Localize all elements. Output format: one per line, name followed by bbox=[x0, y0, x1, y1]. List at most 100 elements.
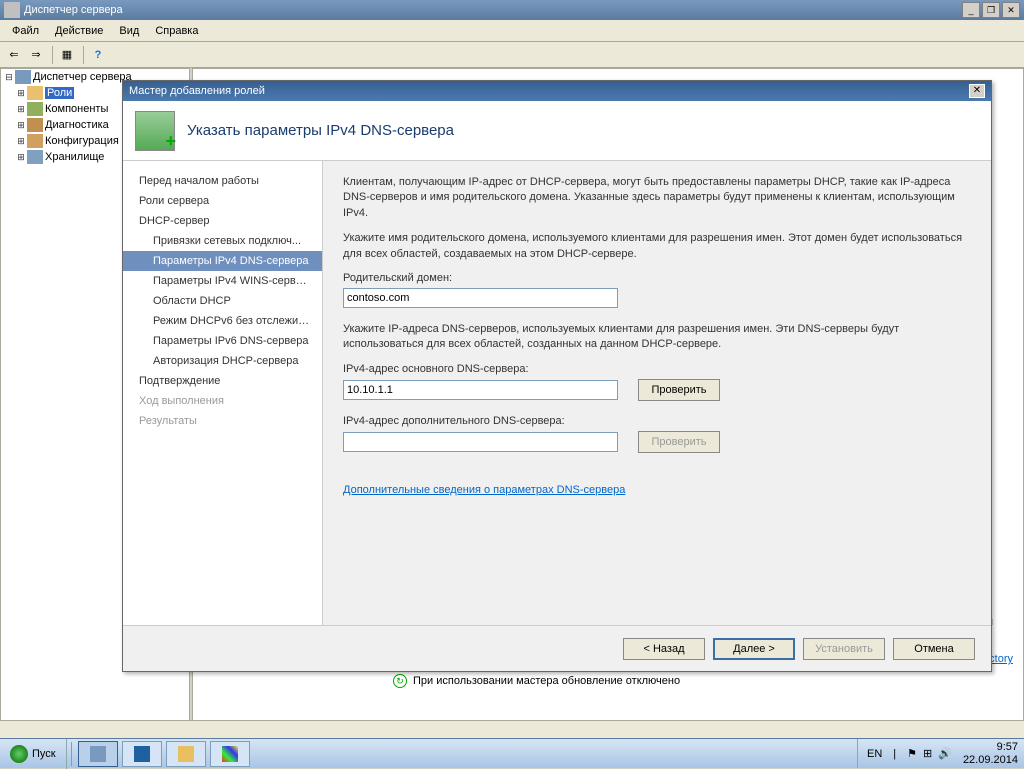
wizard-dialog: Мастер добавления ролей ✕ Указать параме… bbox=[122, 80, 992, 672]
separator bbox=[83, 46, 84, 64]
refresh-label: При использовании мастера обновление отк… bbox=[413, 675, 680, 687]
menu-view[interactable]: Вид bbox=[111, 23, 147, 39]
window-title: Диспетчер сервера bbox=[24, 4, 123, 16]
window-controls: _ ❐ ✕ bbox=[960, 2, 1020, 18]
explorer-icon bbox=[178, 746, 194, 762]
nav-dhcp-server[interactable]: DHCP-сервер bbox=[123, 211, 322, 231]
nav-confirmation[interactable]: Подтверждение bbox=[123, 371, 322, 391]
tray-flag-icon[interactable]: ⚑ bbox=[907, 747, 917, 760]
clock[interactable]: 9:57 22.09.2014 bbox=[963, 741, 1018, 765]
nav-ipv4-wins[interactable]: Параметры IPv4 WINS-сервера bbox=[123, 271, 322, 291]
expand-icon[interactable]: ⊞ bbox=[15, 136, 27, 147]
secondary-dns-label: IPv4-адрес дополнительного DNS-сервера: bbox=[343, 415, 971, 427]
close-button[interactable]: ✕ bbox=[1002, 2, 1020, 18]
expand-icon[interactable]: ⊞ bbox=[15, 152, 27, 163]
statusbar bbox=[0, 720, 1024, 738]
storage-icon bbox=[27, 150, 43, 164]
wizard-header: Указать параметры IPv4 DNS-сервера bbox=[123, 101, 991, 161]
properties-button[interactable]: ▦ bbox=[57, 45, 77, 65]
nav-server-roles[interactable]: Роли сервера bbox=[123, 191, 322, 211]
secondary-dns-input[interactable] bbox=[343, 432, 618, 452]
nav-progress: Ход выполнения bbox=[123, 391, 322, 411]
wizard-titlebar[interactable]: Мастер добавления ролей ✕ bbox=[123, 81, 991, 101]
minimize-button[interactable]: _ bbox=[962, 2, 980, 18]
tree-label: Хранилище bbox=[45, 151, 104, 163]
more-info-link[interactable]: Дополнительные сведения о параметрах DNS… bbox=[343, 484, 625, 496]
domain-input[interactable] bbox=[343, 288, 618, 308]
menu-help[interactable]: Справка bbox=[147, 23, 206, 39]
wizard-title-text: Мастер добавления ролей bbox=[129, 85, 265, 97]
tree-label: Роли bbox=[45, 87, 74, 99]
menu-file[interactable]: Файл bbox=[4, 23, 47, 39]
nav-results: Результаты bbox=[123, 411, 322, 431]
verify-primary-button[interactable]: Проверить bbox=[638, 379, 720, 401]
primary-dns-label: IPv4-адрес основного DNS-сервера: bbox=[343, 363, 971, 375]
expand-icon[interactable]: ⊞ bbox=[15, 88, 27, 99]
refresh-row: ↻ При использовании мастера обновление о… bbox=[393, 670, 1013, 692]
nav-ipv4-dns[interactable]: Параметры IPv4 DNS-сервера bbox=[123, 251, 322, 271]
separator bbox=[52, 46, 53, 64]
server-icon bbox=[15, 70, 31, 84]
task-other[interactable] bbox=[210, 741, 250, 767]
nav-dhcp-scopes[interactable]: Области DHCP bbox=[123, 291, 322, 311]
tray-network-icon[interactable]: ⊞ bbox=[923, 747, 932, 760]
wizard-close-button[interactable]: ✕ bbox=[969, 84, 985, 98]
tray-separator: | bbox=[893, 748, 896, 760]
domain-instruction: Укажите имя родительского домена, исполь… bbox=[343, 231, 971, 262]
clock-time: 9:57 bbox=[963, 741, 1018, 753]
roles-icon bbox=[27, 86, 43, 100]
wizard-nav: Перед началом работы Роли сервера DHCP-с… bbox=[123, 161, 323, 625]
next-button[interactable]: Далее > bbox=[713, 638, 795, 660]
verify-secondary-button: Проверить bbox=[638, 431, 720, 453]
start-button[interactable]: Пуск bbox=[0, 739, 67, 769]
task-explorer[interactable] bbox=[166, 741, 206, 767]
wizard-content: Клиентам, получающим IP-адрес от DHCP-се… bbox=[323, 161, 991, 625]
help-button[interactable]: ? bbox=[88, 45, 108, 65]
cancel-button[interactable]: Отмена bbox=[893, 638, 975, 660]
tree-label: Диагностика bbox=[45, 119, 109, 131]
diagnostics-icon bbox=[27, 118, 43, 132]
config-icon bbox=[27, 134, 43, 148]
domain-label: Родительский домен: bbox=[343, 272, 971, 284]
powershell-icon bbox=[134, 746, 150, 762]
server-manager-icon bbox=[90, 746, 106, 762]
install-button: Установить bbox=[803, 638, 885, 660]
wizard-buttons: < Назад Далее > Установить Отмена bbox=[123, 625, 991, 671]
taskbar: Пуск EN | ⚑ ⊞ 🔊 9:57 22.09.2014 bbox=[0, 738, 1024, 768]
expand-icon[interactable]: ⊞ bbox=[15, 120, 27, 131]
back-button[interactable]: < Назад bbox=[623, 638, 705, 660]
nav-before-begin[interactable]: Перед началом работы bbox=[123, 171, 322, 191]
tree-label: Конфигурация bbox=[45, 135, 119, 147]
tree-label: Компоненты bbox=[45, 103, 108, 115]
toolbar: ⇐ ⇒ ▦ ? bbox=[0, 42, 1024, 68]
tree-root-label: Диспетчер сервера bbox=[33, 71, 132, 83]
start-orb-icon bbox=[10, 745, 28, 763]
primary-dns-input[interactable] bbox=[343, 380, 618, 400]
task-server-manager[interactable] bbox=[78, 741, 118, 767]
wizard-body: Перед началом работы Роли сервера DHCP-с… bbox=[123, 161, 991, 625]
separator bbox=[71, 742, 72, 766]
intro-text: Клиентам, получающим IP-адрес от DHCP-се… bbox=[343, 175, 971, 221]
nav-dhcp-auth[interactable]: Авторизация DHCP-сервера bbox=[123, 351, 322, 371]
refresh-icon: ↻ bbox=[393, 674, 407, 688]
forward-button[interactable]: ⇒ bbox=[26, 45, 46, 65]
start-label: Пуск bbox=[32, 748, 56, 760]
task-powershell[interactable] bbox=[122, 741, 162, 767]
nav-dhcpv6[interactable]: Режим DHCPv6 без отслежив... bbox=[123, 311, 322, 331]
menubar: Файл Действие Вид Справка bbox=[0, 20, 1024, 42]
app-icon bbox=[4, 2, 20, 18]
clock-date: 22.09.2014 bbox=[963, 754, 1018, 766]
tray-sound-icon[interactable]: 🔊 bbox=[938, 747, 952, 760]
maximize-button[interactable]: ❐ bbox=[982, 2, 1000, 18]
expand-icon[interactable]: ⊟ bbox=[3, 72, 15, 83]
wizard-header-title: Указать параметры IPv4 DNS-сервера bbox=[187, 122, 454, 139]
nav-bindings[interactable]: Привязки сетевых подключ... bbox=[123, 231, 322, 251]
back-button[interactable]: ⇐ bbox=[4, 45, 24, 65]
nav-ipv6-dns[interactable]: Параметры IPv6 DNS-сервера bbox=[123, 331, 322, 351]
window-icon bbox=[222, 746, 238, 762]
menu-action[interactable]: Действие bbox=[47, 23, 111, 39]
lang-indicator[interactable]: EN bbox=[867, 748, 882, 760]
expand-icon[interactable]: ⊞ bbox=[15, 104, 27, 115]
wizard-header-icon bbox=[135, 111, 175, 151]
system-tray: EN | ⚑ ⊞ 🔊 9:57 22.09.2014 bbox=[857, 739, 1024, 768]
